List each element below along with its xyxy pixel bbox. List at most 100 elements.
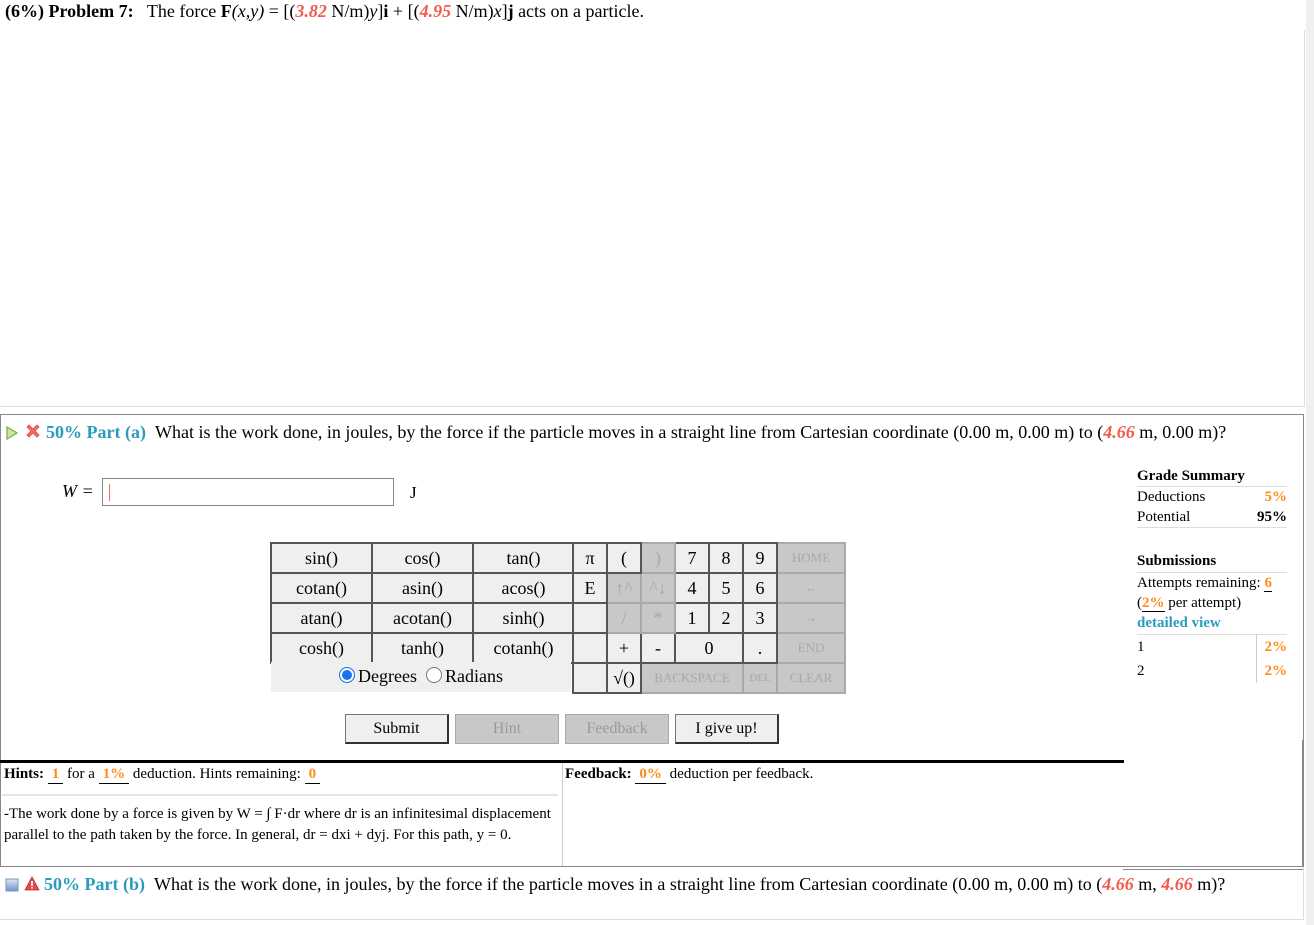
submissions-title: Submissions bbox=[1137, 551, 1287, 573]
degrees-label[interactable]: Degrees bbox=[358, 666, 417, 686]
key-open-paren[interactable]: ( bbox=[606, 542, 642, 574]
answer-input[interactable] bbox=[102, 478, 394, 506]
key-right-arrow[interactable]: → bbox=[776, 602, 846, 634]
attempts-label: Attempts remaining: bbox=[1137, 575, 1265, 591]
text-caret bbox=[109, 484, 110, 501]
key-3[interactable]: 3 bbox=[742, 602, 778, 634]
problem-weight: (6%) bbox=[5, 1, 44, 21]
key-close-paren[interactable]: ) bbox=[640, 542, 676, 574]
key-acos[interactable]: acos() bbox=[472, 572, 575, 604]
key-sqrt[interactable]: √() bbox=[606, 662, 642, 694]
hints-count: 1 bbox=[47, 766, 64, 784]
feedback-label: Feedback: bbox=[565, 766, 632, 782]
hints-feedback-box: Hints: 1 for a 1% deduction. Hints remai… bbox=[0, 760, 1303, 870]
part-b-question: 50% Part (b) What is the work done, in j… bbox=[5, 872, 1295, 898]
expand-arrow-icon[interactable] bbox=[5, 422, 19, 446]
unit1: N/m) bbox=[326, 1, 370, 21]
key-dot[interactable]: . bbox=[742, 632, 778, 664]
submission-row: 1 2% bbox=[1137, 634, 1287, 659]
hints-summary: Hints: 1 for a 1% deduction. Hints remai… bbox=[4, 766, 558, 784]
feedback-summary: Feedback: 0% deduction per feedback. bbox=[565, 766, 813, 784]
key-blank-1 bbox=[572, 602, 608, 634]
statement-pre: The force bbox=[146, 1, 217, 21]
key-plus[interactable]: + bbox=[606, 632, 642, 664]
submission-row: 2 2% bbox=[1137, 659, 1287, 683]
hint-button[interactable]: Hint bbox=[455, 714, 559, 744]
key-pi[interactable]: π bbox=[572, 542, 608, 574]
collapsed-box-icon[interactable] bbox=[5, 874, 19, 898]
key-4[interactable]: 4 bbox=[674, 572, 710, 604]
part-a-x-value: 4.66 bbox=[1103, 422, 1135, 442]
key-sinh[interactable]: sinh() bbox=[472, 602, 575, 634]
key-5[interactable]: 5 bbox=[708, 572, 744, 604]
key-backspace[interactable]: BACKSPACE bbox=[640, 662, 744, 694]
radians-label[interactable]: Radians bbox=[445, 666, 503, 686]
hint-deduction: 1% bbox=[98, 766, 130, 784]
key-1[interactable]: 1 bbox=[674, 602, 710, 634]
key-divide[interactable]: / bbox=[606, 602, 642, 634]
key-acotan[interactable]: acotan() bbox=[371, 602, 474, 634]
key-tan[interactable]: tan() bbox=[472, 542, 575, 574]
key-tanh[interactable]: tanh() bbox=[371, 632, 474, 664]
key-clear[interactable]: CLEAR bbox=[776, 662, 846, 694]
key-2[interactable]: 2 bbox=[708, 602, 744, 634]
submit-button[interactable]: Submit bbox=[345, 714, 449, 744]
key-cos[interactable]: cos() bbox=[371, 542, 474, 574]
feedback-deduction: 0% bbox=[635, 766, 666, 784]
submission-deduction: 2% bbox=[1256, 634, 1287, 659]
key-9[interactable]: 9 bbox=[742, 542, 778, 574]
potential-label: Potential bbox=[1137, 509, 1191, 525]
key-e[interactable]: E bbox=[572, 572, 608, 604]
var1: y bbox=[369, 1, 378, 21]
key-up[interactable]: ↑^ bbox=[606, 572, 642, 604]
pane-divider bbox=[562, 763, 563, 867]
key-sin[interactable]: sin() bbox=[270, 542, 373, 574]
key-minus[interactable]: - bbox=[640, 632, 676, 664]
key-cotan[interactable]: cotan() bbox=[270, 572, 373, 604]
part-b-label: Part (b) bbox=[84, 874, 145, 894]
key-7[interactable]: 7 bbox=[674, 542, 710, 574]
key-cotanh[interactable]: cotanh() bbox=[472, 632, 575, 664]
feedback-button[interactable]: Feedback bbox=[565, 714, 669, 744]
radians-radio[interactable] bbox=[425, 667, 442, 683]
give-up-button[interactable]: I give up! bbox=[675, 714, 779, 744]
hints-for-a: for a bbox=[63, 766, 99, 782]
problem-figure-area bbox=[0, 30, 1305, 407]
submissions-panel: Submissions Attempts remaining: 6 (2% pe… bbox=[1137, 551, 1287, 683]
plus-text: + [( bbox=[388, 1, 420, 21]
key-del[interactable]: DEL bbox=[742, 662, 778, 694]
key-blank-2 bbox=[572, 632, 608, 664]
part-a-question-post: m, 0.00 m)? bbox=[1134, 422, 1227, 442]
number-keypad: π ( ) 7 8 9 HOME E ↑^ ^↓ 4 5 6 ← / * 1 2… bbox=[572, 542, 846, 694]
part-b-weight: 50% bbox=[44, 874, 80, 894]
key-left-arrow[interactable]: ← bbox=[776, 572, 846, 604]
scrollbar[interactable] bbox=[1306, 0, 1314, 925]
problem-statement: (6%) Problem 7: The force F(x,y) = [(3.8… bbox=[5, 1, 645, 21]
hints-feedback-right-area bbox=[1123, 763, 1303, 870]
per-attempt-label: per attempt) bbox=[1164, 595, 1242, 611]
key-multiply[interactable]: * bbox=[640, 602, 676, 634]
degrees-radio[interactable] bbox=[339, 667, 356, 683]
key-0[interactable]: 0 bbox=[674, 632, 744, 664]
submission-number: 2 bbox=[1137, 663, 1145, 679]
force-symbol: F bbox=[220, 1, 232, 21]
key-6[interactable]: 6 bbox=[742, 572, 778, 604]
key-atan[interactable]: atan() bbox=[270, 602, 373, 634]
key-end[interactable]: END bbox=[776, 632, 846, 664]
grade-summary: Grade Summary Deductions 5% Potential 95… bbox=[1137, 468, 1287, 528]
key-8[interactable]: 8 bbox=[708, 542, 744, 574]
grade-summary-title: Grade Summary bbox=[1137, 468, 1287, 487]
part-a-question-pre: What is the work done, in joules, by the… bbox=[154, 422, 1104, 442]
submissions-table: 1 2% 2 2% bbox=[1137, 634, 1287, 683]
deductions-label: Deductions bbox=[1137, 489, 1206, 505]
submission-deduction: 2% bbox=[1256, 659, 1287, 683]
key-home[interactable]: HOME bbox=[776, 542, 846, 574]
attempts-value: 6 bbox=[1264, 575, 1272, 592]
key-down[interactable]: ^↓ bbox=[640, 572, 676, 604]
eq-text: = [( bbox=[264, 1, 296, 21]
key-cosh[interactable]: cosh() bbox=[270, 632, 373, 664]
part-b-question-post: m)? bbox=[1192, 874, 1226, 894]
key-asin[interactable]: asin() bbox=[371, 572, 474, 604]
detailed-view-link[interactable]: detailed view bbox=[1137, 613, 1287, 633]
hint-text: -The work done by a force is given by W … bbox=[4, 806, 551, 843]
